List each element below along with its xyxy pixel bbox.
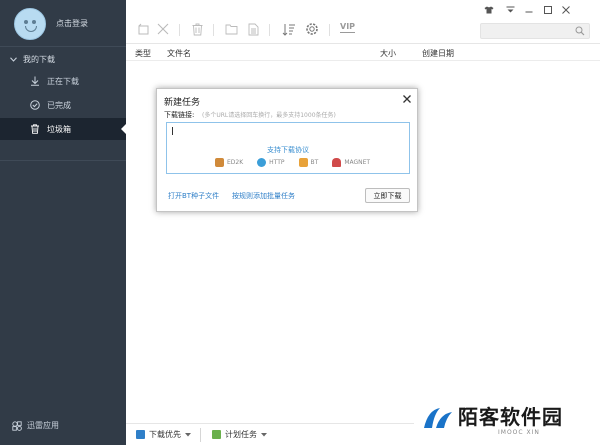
search-icon[interactable] bbox=[575, 26, 585, 36]
minimize-button[interactable] bbox=[523, 5, 535, 15]
settings-button[interactable] bbox=[305, 22, 319, 36]
menu-button[interactable] bbox=[504, 5, 516, 15]
start-icon bbox=[138, 23, 148, 34]
sidebar-divider bbox=[0, 160, 126, 161]
watermark-subtitle: IMOOC XIN bbox=[498, 429, 540, 436]
shirt-icon bbox=[484, 6, 494, 14]
toolbar-divider bbox=[269, 24, 270, 36]
download-link-textarea[interactable]: 支持下载协议 ED2K HTTP BT MAGNET bbox=[166, 122, 410, 174]
download-link-label: 下载链接: bbox=[164, 111, 195, 119]
protocol-label: ED2K bbox=[227, 159, 244, 166]
protocol-bt: BT bbox=[298, 158, 319, 167]
sidebar-item-downloading[interactable]: 正在下载 bbox=[0, 70, 126, 92]
supported-protocols-label: 支持下载协议 bbox=[267, 146, 309, 154]
column-header: 类型 文件名 大小 创建日期 bbox=[126, 44, 600, 61]
schedule-label: 计划任务 bbox=[225, 430, 257, 439]
dialog-close-button[interactable] bbox=[403, 93, 411, 106]
apps-button[interactable]: 迅雷应用 bbox=[12, 420, 59, 431]
statusbar-divider bbox=[200, 428, 201, 442]
chevron-down-icon bbox=[10, 57, 17, 62]
close-icon bbox=[562, 6, 570, 14]
file-icon bbox=[248, 23, 258, 35]
toolbar-divider bbox=[213, 24, 214, 36]
sort-icon bbox=[282, 23, 295, 36]
avatar[interactable] bbox=[14, 8, 46, 40]
dialog-title: 新建任务 bbox=[164, 98, 201, 108]
toolbar: VIP bbox=[126, 0, 600, 44]
menu-icon bbox=[506, 6, 514, 13]
batch-add-link[interactable]: 按规则添加批量任务 bbox=[232, 191, 295, 201]
watermark-title: 陌客软件园 bbox=[458, 405, 563, 429]
vip-button[interactable]: VIP bbox=[340, 22, 356, 33]
column-size[interactable]: 大小 bbox=[380, 48, 396, 59]
protocol-label: BT bbox=[310, 159, 319, 166]
sidebar-item-trash[interactable]: 垃圾箱 bbox=[0, 118, 126, 140]
search-input[interactable] bbox=[480, 23, 590, 39]
avatar-eye-left bbox=[24, 20, 28, 24]
priority-icon bbox=[136, 430, 145, 439]
download-arrow-icon bbox=[30, 76, 40, 86]
my-downloads-label: 我的下载 bbox=[23, 55, 55, 64]
sidebar-item-label: 已完成 bbox=[47, 100, 71, 110]
gear-icon bbox=[306, 23, 318, 35]
apps-icon bbox=[12, 420, 22, 431]
sidebar-item-completed[interactable]: 已完成 bbox=[0, 94, 126, 116]
check-circle-icon bbox=[30, 100, 40, 110]
watermark: 陌客软件园 IMOOC XIN bbox=[414, 398, 600, 445]
new-task-dialog: 新建任务 下载链接: (多个URL请选择回车换行，最多支持1000条任务) 支持… bbox=[156, 88, 418, 212]
minimize-icon bbox=[525, 11, 533, 13]
close-icon bbox=[403, 95, 411, 103]
folder-icon bbox=[225, 24, 237, 35]
ed2k-icon bbox=[215, 158, 224, 167]
sidebar: 点击登录 我的下载 正在下载 已完成 垃圾箱 迅雷应用 bbox=[0, 0, 126, 445]
scheduled-tasks-button[interactable]: 计划任务 bbox=[212, 429, 267, 440]
sidebar-item-label: 正在下载 bbox=[47, 76, 79, 86]
protocol-ed2k: ED2K bbox=[215, 158, 243, 167]
maximize-button[interactable] bbox=[542, 5, 554, 15]
trash-icon bbox=[192, 23, 202, 35]
download-now-button[interactable]: 立即下载 bbox=[365, 188, 410, 203]
chevron-down-icon bbox=[185, 432, 191, 436]
protocol-http: HTTP bbox=[257, 158, 285, 167]
schedule-icon bbox=[212, 430, 221, 439]
active-indicator bbox=[121, 124, 126, 134]
login-link[interactable]: 点击登录 bbox=[56, 18, 88, 29]
download-link-hint: (多个URL请选择回车换行，最多支持1000条任务) bbox=[202, 112, 336, 119]
sort-button[interactable] bbox=[282, 22, 296, 36]
maximize-icon bbox=[544, 6, 552, 14]
sidebar-divider bbox=[0, 46, 126, 47]
priority-label: 下载优先 bbox=[149, 430, 181, 439]
sidebar-item-label: 垃圾箱 bbox=[47, 124, 71, 134]
close-icon bbox=[157, 23, 169, 35]
protocol-magnet: MAGNET bbox=[332, 158, 370, 167]
text-caret bbox=[172, 127, 173, 135]
download-priority-button[interactable]: 下载优先 bbox=[136, 429, 191, 440]
toolbar-divider bbox=[329, 24, 330, 36]
protocol-label: MAGNET bbox=[344, 159, 371, 166]
bt-icon bbox=[298, 158, 308, 167]
close-window-button[interactable] bbox=[560, 5, 572, 15]
my-downloads-toggle[interactable]: 我的下载 bbox=[10, 54, 55, 65]
avatar-mouth bbox=[25, 26, 37, 32]
column-filename[interactable]: 文件名 bbox=[167, 48, 191, 59]
toolbar-divider bbox=[179, 24, 180, 36]
avatar-eye-right bbox=[32, 20, 36, 24]
skin-button[interactable] bbox=[483, 5, 495, 15]
open-torrent-link[interactable]: 打开BT种子文件 bbox=[168, 191, 219, 201]
globe-icon bbox=[257, 158, 267, 167]
column-type[interactable]: 类型 bbox=[135, 48, 151, 59]
magnet-icon bbox=[332, 158, 342, 167]
column-created-date[interactable]: 创建日期 bbox=[422, 48, 454, 59]
protocol-label: HTTP bbox=[269, 159, 285, 166]
apps-label: 迅雷应用 bbox=[27, 421, 59, 430]
open-folder-button[interactable] bbox=[224, 22, 238, 36]
open-file-button[interactable] bbox=[246, 22, 260, 36]
protocol-list: ED2K HTTP BT MAGNET bbox=[215, 158, 370, 167]
trash-button[interactable] bbox=[190, 22, 204, 36]
watermark-logo bbox=[424, 408, 452, 428]
start-button[interactable] bbox=[136, 22, 150, 36]
delete-task-button[interactable] bbox=[156, 22, 170, 36]
trash-icon bbox=[30, 124, 40, 134]
chevron-down-icon bbox=[261, 432, 267, 436]
